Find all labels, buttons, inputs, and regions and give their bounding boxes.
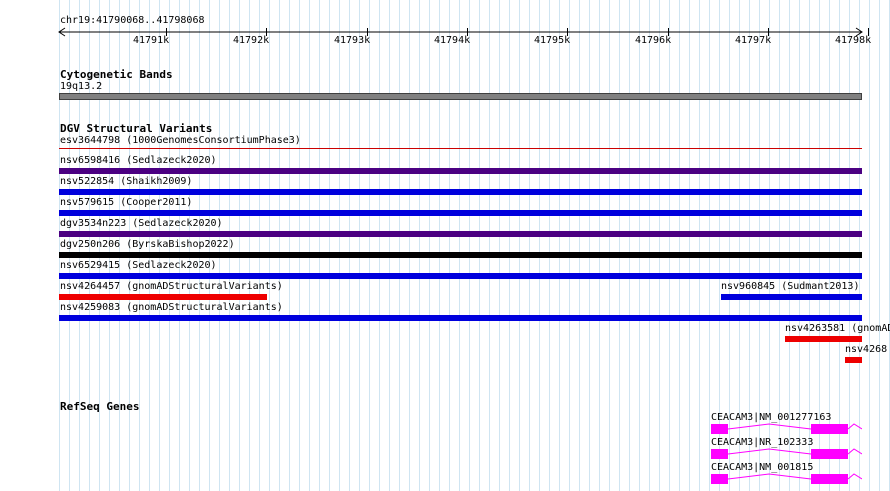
ruler-tick-label: 41794k [434, 35, 471, 46]
ruler-tick-label: 41796k [635, 35, 672, 46]
feature-label: nsv4264457 (gnomADStructuralVariants) [60, 281, 283, 292]
feature-bar[interactable] [59, 273, 862, 279]
cytoband-bar[interactable] [59, 93, 862, 100]
exon [711, 424, 728, 434]
feature-label: nsv579615 (Cooper2011) [60, 197, 193, 208]
cytoband-track-title[interactable]: Cytogenetic Bands [60, 68, 173, 81]
exon [811, 474, 848, 484]
feature-label: nsv960845 (Sudmant2013) [721, 281, 860, 292]
refseq-track-title[interactable]: RefSeq Genes [60, 400, 139, 413]
feature-label: dgv250n206 (ByrskaBishop2022) [60, 239, 235, 250]
dgv-track-title[interactable]: DGV Structural Variants [60, 122, 212, 135]
feature-label: nsv6598416 (Sedlazeck2020) [60, 155, 217, 166]
feature-bar[interactable] [785, 336, 862, 342]
feature-bar[interactable] [845, 357, 862, 363]
feature-bar[interactable] [59, 210, 862, 216]
feature-label: nsv4259083 (gnomADStructuralVariants) [60, 302, 283, 313]
feature-bar[interactable] [59, 252, 862, 258]
feature-label: dgv3534n223 (Sedlazeck2020) [60, 218, 223, 229]
feature-bar[interactable] [59, 231, 862, 237]
feature-label: esv3644798 (1000GenomesConsortiumPhase3) [60, 135, 301, 146]
ruler-tick-label: 41797k [735, 35, 772, 46]
exon [811, 449, 848, 459]
feature-bar[interactable] [59, 294, 267, 300]
ruler-tick-label: 41798k [835, 35, 872, 46]
feature-bar[interactable] [59, 315, 862, 321]
exon [811, 424, 848, 434]
feature-bar[interactable] [59, 189, 862, 195]
exon [711, 474, 728, 484]
feature-label: nsv4268 [845, 344, 888, 355]
ruler-tick-label: 41792k [233, 35, 270, 46]
ruler-tick-label: 41791k [133, 35, 170, 46]
feature-label: nsv522854 (Shaikh2009) [60, 176, 193, 187]
exon [711, 449, 728, 459]
feature-label: nsv4263581 (gnomAD [785, 323, 890, 334]
cytoband-label: 19q13.2 [60, 81, 103, 92]
ruler-tick-label: 41795k [534, 35, 571, 46]
feature-bar[interactable] [59, 168, 862, 174]
feature-label: nsv6529415 (Sedlazeck2020) [60, 260, 217, 271]
feature-bar[interactable] [59, 148, 862, 149]
feature-bar[interactable] [721, 294, 862, 300]
ruler-tick-label: 41793k [334, 35, 371, 46]
